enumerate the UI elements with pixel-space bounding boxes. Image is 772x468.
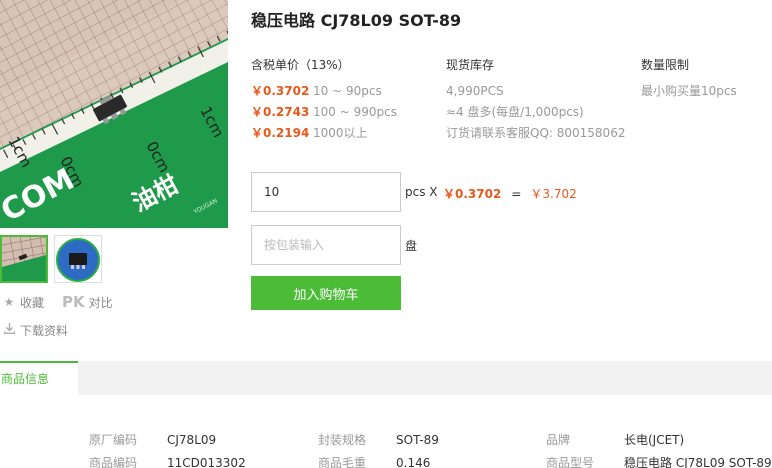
stock-header: 现货库存 (446, 58, 495, 72)
favorite-label: 收藏 (20, 295, 45, 310)
price-tier-row: ￥0.2194 1000以上 (251, 122, 436, 143)
info-row: 品牌 长电(JCET) (546, 428, 772, 451)
info-column-3: 品牌 长电(JCET) 商品型号 稳压电路 CJ78L09 SOT-89 (546, 428, 772, 468)
quantity-unit: pcs X (405, 185, 438, 199)
info-row: 商品型号 稳压电路 CJ78L09 SOT-89 (546, 451, 772, 468)
thumbnail-1[interactable] (0, 235, 48, 283)
info-value: CJ78L09 (167, 432, 217, 447)
info-value: 稳压电路 CJ78L09 SOT-89 (624, 456, 772, 468)
total-price: ￥3.702 (530, 187, 577, 201)
info-key: 商品毛重 (318, 456, 367, 468)
download-label: 下载资料 (20, 323, 69, 338)
info-value: 11CD013302 (167, 455, 246, 468)
quantity-input[interactable] (251, 172, 401, 212)
thumbnail-2-image (55, 236, 101, 282)
star-icon: ★ (3, 295, 15, 309)
info-row: 商品毛重 0.146 (318, 451, 439, 468)
thumbnail-2[interactable] (54, 235, 102, 283)
equals-sign: = (511, 187, 522, 201)
package-unit: 盘 (405, 239, 418, 253)
tier-price: ￥0.3702 (251, 84, 310, 98)
thumbnail-1-image (2, 237, 46, 281)
tier-price: ￥0.2194 (251, 126, 310, 140)
stock-quantity: 4,990PCS (446, 83, 504, 98)
tier-range: 10 ~ 90pcs (313, 83, 382, 98)
side-actions: ★ 收藏 PK 对比 下载资料 (2, 292, 152, 340)
limit-info: 数量限制 最小购买量10pcs (641, 56, 769, 101)
product-photo: 1cm 0cm 0cm 1cm COM 油柑 YOUGAN (0, 0, 228, 228)
info-key: 品牌 (546, 433, 571, 447)
info-key: 封装规格 (318, 433, 367, 447)
product-main-image: 1cm 0cm 0cm 1cm COM 油柑 YOUGAN (0, 0, 228, 228)
info-row: 封装规格 SOT-89 (318, 428, 439, 451)
favorite-link[interactable]: ★ 收藏 PK 对比 (2, 292, 152, 312)
info-value: SOT-89 (396, 432, 439, 447)
info-key: 原厂编码 (89, 433, 138, 447)
pk-icon: PK (62, 293, 85, 311)
info-value: 0.146 (396, 455, 431, 468)
compare-label[interactable]: 对比 (89, 294, 113, 311)
unit-price: ￥0.3702 (443, 187, 502, 201)
limit-header: 数量限制 (641, 58, 690, 72)
detail-tab-bar: 商品信息 (0, 361, 772, 395)
stock-info: 现货库存 4,990PCS ≈4 盘多(每盘/1,000pcs) 订货请联系客服… (446, 56, 636, 143)
download-link[interactable]: 下载资料 (2, 320, 152, 340)
download-icon (2, 323, 16, 337)
info-key: 商品编码 (89, 456, 138, 468)
tier-range: 1000以上 (313, 126, 368, 140)
stock-contact: 订货请联系客服QQ: 800158062 (446, 126, 626, 140)
info-column-2: 封装规格 SOT-89 商品毛重 0.146 (318, 428, 439, 468)
package-input[interactable] (251, 225, 401, 265)
info-column-1: 原厂编码 CJ78L09 商品编码 11CD013302 (89, 428, 246, 468)
price-header: 含税单价（13%） (251, 58, 350, 72)
product-title: 稳压电路 CJ78L09 SOT-89 (251, 11, 462, 30)
info-key: 商品型号 (546, 456, 595, 468)
thumbnail-strip (0, 235, 102, 283)
price-calculation: ￥0.3702 = ￥3.702 (443, 185, 577, 202)
tier-price: ￥0.2743 (251, 105, 310, 119)
info-row: 原厂编码 CJ78L09 (89, 428, 246, 451)
price-tier-row: ￥0.3702 10 ~ 90pcs (251, 80, 436, 101)
tier-range: 100 ~ 990pcs (313, 104, 397, 119)
stock-reels: ≈4 盘多(每盘/1,000pcs) (446, 105, 584, 119)
limit-text: 最小购买量10pcs (641, 84, 737, 98)
info-value: 长电(JCET) (624, 433, 685, 447)
add-to-cart-button[interactable]: 加入购物车 (251, 276, 401, 310)
price-tiers: 含税单价（13%） ￥0.3702 10 ~ 90pcs ￥0.2743 100… (251, 56, 436, 143)
tab-product-info[interactable]: 商品信息 (0, 361, 78, 395)
price-tier-row: ￥0.2743 100 ~ 990pcs (251, 101, 436, 122)
info-row: 商品编码 11CD013302 (89, 451, 246, 468)
